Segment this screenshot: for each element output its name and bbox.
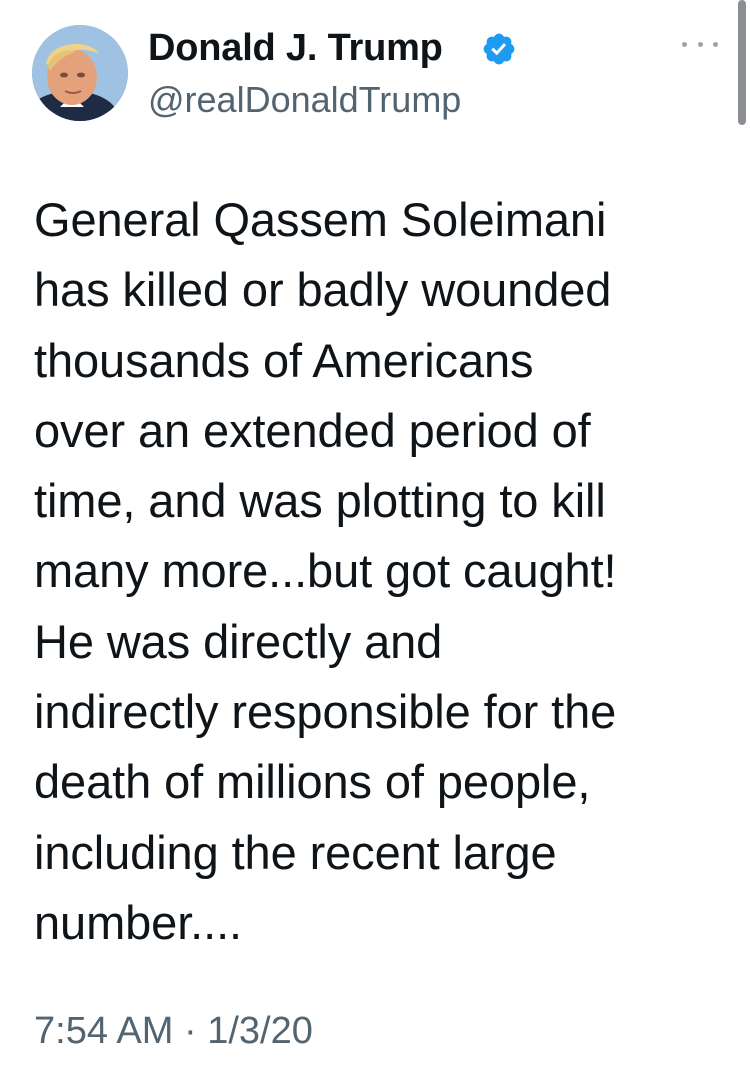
tweet-text-line: many more...but got caught! [34,544,617,598]
tweet-text-line: thousands of Americans [34,333,534,387]
more-options-icon[interactable] [682,34,718,54]
tweet-text: General Qassem Soleimani has killed or b… [34,185,734,958]
tweet-text-line: over an extended period of [34,403,591,457]
separator-dot: · [183,1010,197,1052]
profile-photo [32,25,128,121]
tweet-text-line: including the recent large [34,825,557,879]
tweet-text-line: number.... [34,895,242,949]
tweet-time: 7:54 AM [34,1010,174,1052]
tweet-date: 1/3/20 [207,1010,313,1052]
tweet-text-line: death of millions of people, [34,755,591,809]
dot [697,41,703,47]
verified-badge-icon [481,31,517,67]
avatar[interactable] [32,25,128,121]
tweet: Donald J. Trump @realDonaldTrump General… [0,0,750,1077]
tweet-text-line: He was directly and [34,614,443,668]
scrollbar[interactable] [738,0,746,125]
tweet-text-line: time, and was plotting to kill [34,474,606,528]
tweet-text-line: has killed or badly wounded [34,263,612,317]
dot [682,41,687,47]
dot [713,41,718,47]
display-name[interactable]: Donald J. Trump [148,25,443,71]
tweet-text-line: General Qassem Soleimani [34,193,607,246]
tweet-text-line: indirectly responsible for the [34,685,617,739]
timestamp[interactable]: 7:54 AM · 1/3/20 [34,1006,313,1056]
user-handle[interactable]: @realDonaldTrump [148,78,461,122]
